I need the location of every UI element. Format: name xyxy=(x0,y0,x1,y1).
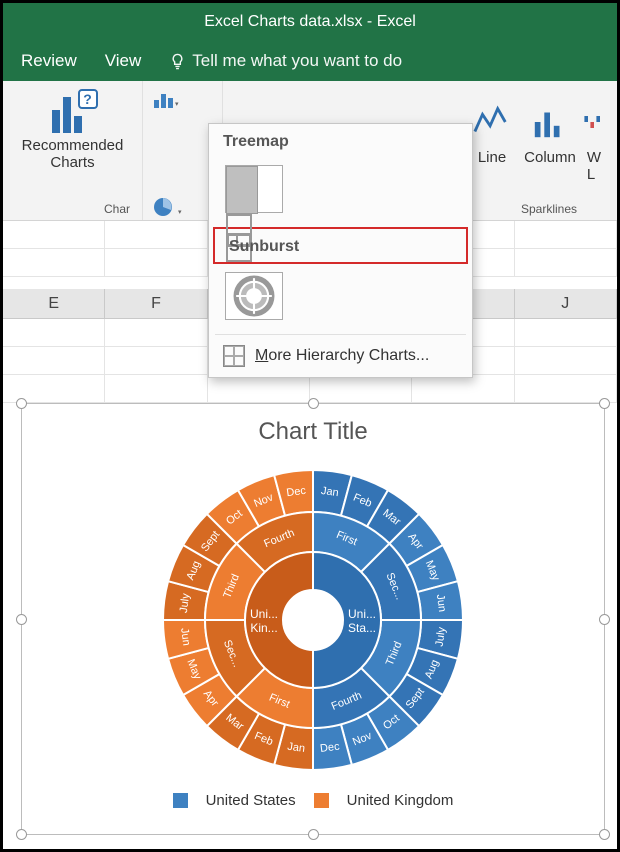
question-badge-icon: ? xyxy=(78,89,98,109)
sunburst-thumb-icon xyxy=(233,275,275,317)
tell-me-label: Tell me what you want to do xyxy=(192,51,402,71)
svg-text:Jun: Jun xyxy=(434,594,448,613)
more-underline: M xyxy=(255,347,268,364)
resize-handle-s[interactable] xyxy=(308,829,319,840)
chart-title[interactable]: Chart Title xyxy=(22,404,604,450)
title-bar: Excel Charts data.xlsx - Excel xyxy=(3,3,617,41)
column-chart-dropdown[interactable]: ▾ xyxy=(151,89,183,111)
legend-label-us: United States xyxy=(206,792,296,809)
ribbon-group-sparklines: Line Column WL Sparklines xyxy=(455,81,617,220)
svg-text:Uni...: Uni... xyxy=(250,607,278,621)
sunburst-chart-option[interactable] xyxy=(225,272,283,320)
sparkline-column-label: Column xyxy=(524,149,576,166)
legend-label-uk: United Kingdom xyxy=(347,792,454,809)
svg-text:Jun: Jun xyxy=(178,627,192,646)
svg-text:Jan: Jan xyxy=(287,741,306,755)
recommended-label-1: Recommended xyxy=(22,137,124,154)
ribbon-group-label-sparklines: Sparklines xyxy=(521,200,577,218)
recommended-charts-icon: ? xyxy=(52,91,94,133)
sunburst-chart-icon: JanFebMarFirstAprMayJunSec...JulyAugSept… xyxy=(143,450,483,790)
resize-handle-e[interactable] xyxy=(599,614,610,625)
svg-text:Kin...: Kin... xyxy=(250,621,277,635)
more-charts-icon xyxy=(223,345,245,367)
tell-me-search[interactable]: Tell me what you want to do xyxy=(169,51,402,71)
dropdown-treemap-header: Treemap xyxy=(209,124,472,157)
more-hierarchy-charts-button[interactable]: More Hierarchy Charts... xyxy=(209,335,472,377)
legend-marker-uk xyxy=(314,793,329,808)
resize-handle-n[interactable] xyxy=(308,398,319,409)
lightbulb-icon xyxy=(169,53,186,70)
chart-legend[interactable]: United States United Kingdom xyxy=(22,790,604,819)
ribbon-group-charts: ? Recommended Charts Char xyxy=(3,81,143,220)
ribbon-group-label-charts: Char xyxy=(104,200,134,218)
sparkline-line-label: Line xyxy=(478,149,506,166)
column-j[interactable]: J xyxy=(515,289,617,319)
legend-marker-us xyxy=(173,793,188,808)
pie-chart-dropdown[interactable]: ▾ xyxy=(151,196,183,218)
sparkline-column-button[interactable]: Column xyxy=(521,89,579,183)
svg-text:Sta...: Sta... xyxy=(348,621,376,635)
line-sparkline-icon xyxy=(473,103,511,141)
recommended-charts-button[interactable]: ? Recommended Charts xyxy=(12,85,134,177)
chart-plot-area[interactable]: JanFebMarFirstAprMayJunSec...JulyAugSept… xyxy=(22,450,604,790)
winloss-sparkline-icon xyxy=(582,103,606,141)
resize-handle-sw[interactable] xyxy=(16,829,27,840)
recommended-label-2: Charts xyxy=(50,154,94,171)
resize-handle-nw[interactable] xyxy=(16,398,27,409)
svg-text:Jan: Jan xyxy=(320,485,339,499)
resize-handle-se[interactable] xyxy=(599,829,610,840)
resize-handle-w[interactable] xyxy=(16,614,27,625)
sparkline-winloss-label-2: L xyxy=(587,166,595,183)
sparkline-winloss-button[interactable]: WL xyxy=(579,89,609,183)
svg-text:▾: ▾ xyxy=(178,209,182,216)
tab-view[interactable]: View xyxy=(105,51,142,71)
column-f[interactable]: F xyxy=(105,289,207,319)
more-rest: ore Hierarchy Charts... xyxy=(268,347,429,364)
treemap-chart-option[interactable] xyxy=(225,165,283,213)
column-e[interactable]: E xyxy=(3,289,105,319)
svg-text:Uni...: Uni... xyxy=(348,607,376,621)
column-sparkline-icon xyxy=(531,103,569,141)
sparkline-winloss-label-1: W xyxy=(587,149,601,166)
menu-bar: Review View Tell me what you want to do xyxy=(3,41,617,81)
tab-review[interactable]: Review xyxy=(21,51,77,71)
resize-handle-ne[interactable] xyxy=(599,398,610,409)
hierarchy-chart-dropdown: Treemap Sunburst More Hierarchy Charts..… xyxy=(208,123,473,378)
chart-object[interactable]: Chart Title JanFebMarFirstAprMayJunSec..… xyxy=(21,403,605,835)
window-title: Excel Charts data.xlsx - Excel xyxy=(204,13,416,31)
